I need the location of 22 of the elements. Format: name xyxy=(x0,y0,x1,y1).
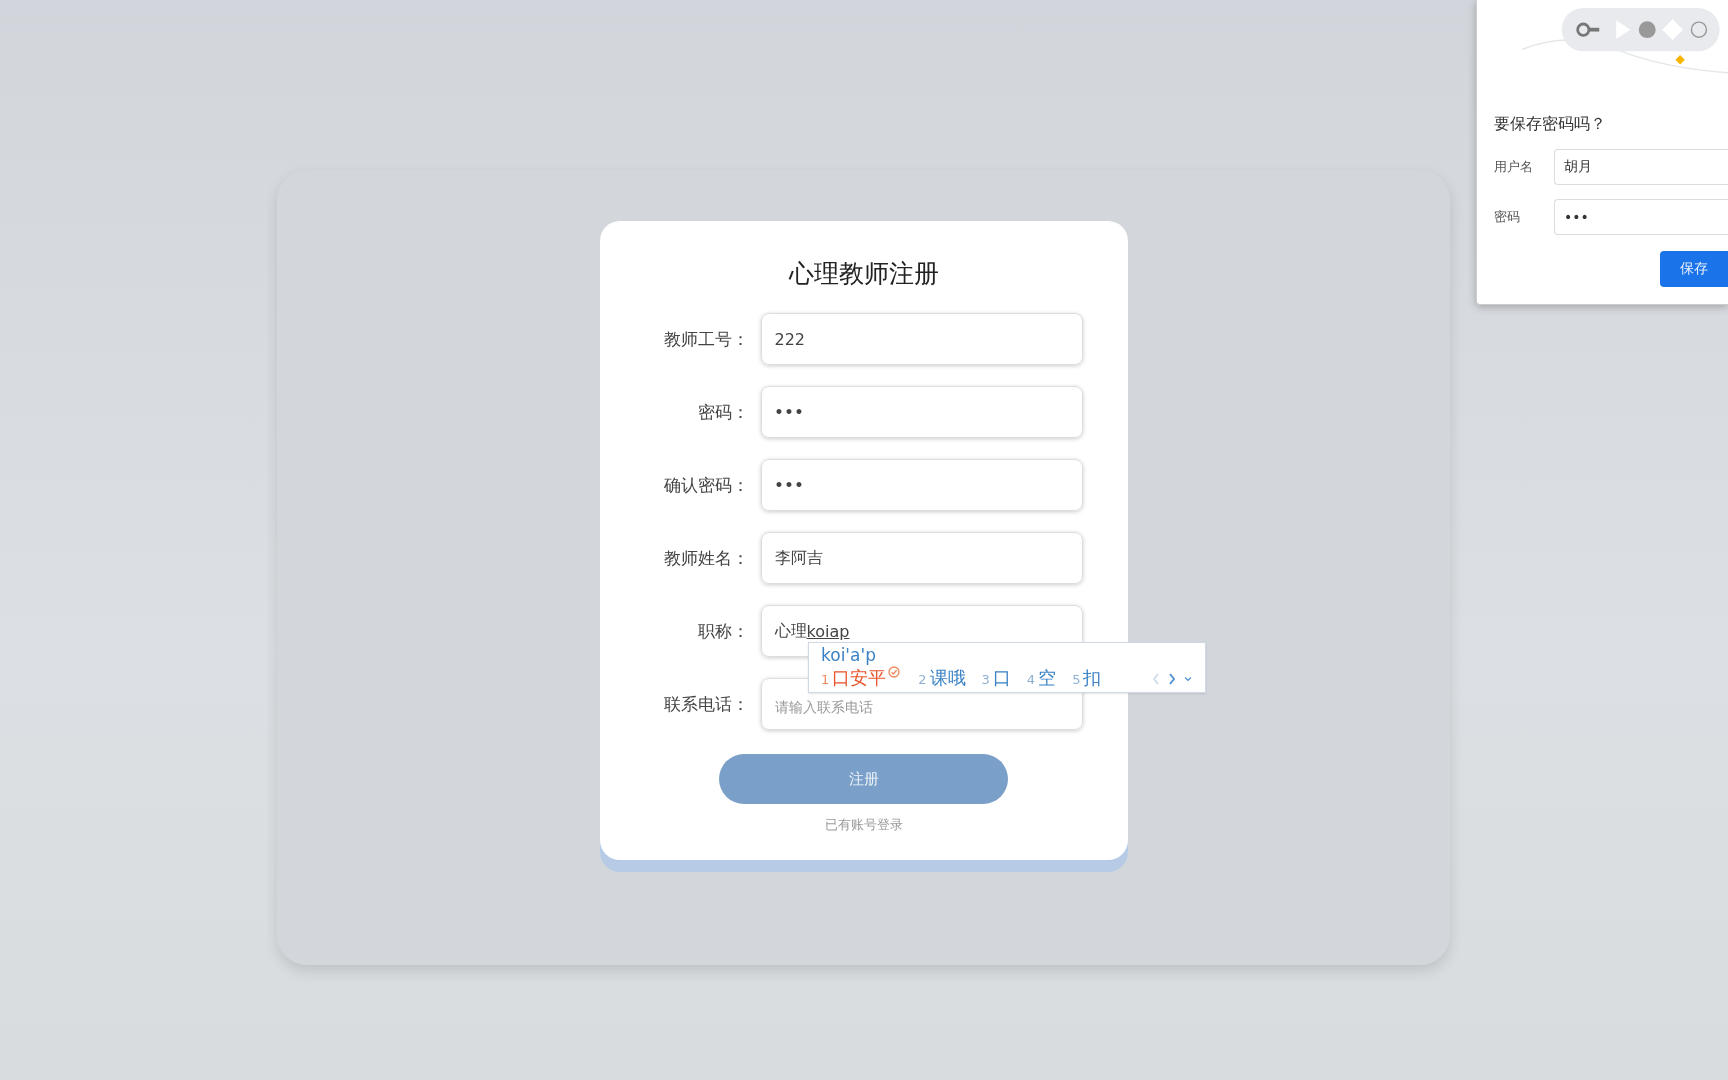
input-field[interactable]: ••• xyxy=(1554,199,1728,235)
input-field[interactable]: ••• xyxy=(760,459,1083,511)
prev-page-icon[interactable] xyxy=(1151,672,1161,686)
save-button[interactable]: 保存 xyxy=(1660,251,1728,287)
form-title: 心理教师注册 xyxy=(788,258,939,290)
popup-title: 要保存密码吗？ xyxy=(1494,114,1607,135)
input-field[interactable]: 222 xyxy=(760,313,1083,365)
input-field[interactable]: 李阿吉 xyxy=(760,532,1083,584)
field-label: 教师姓名： xyxy=(662,546,749,570)
input-field[interactable]: ••• xyxy=(760,386,1083,438)
check-circle-icon xyxy=(888,666,901,678)
field-label: 联系电话： xyxy=(662,692,749,716)
input-field[interactable]: 胡月 xyxy=(1554,149,1728,185)
field-label: 密码： xyxy=(696,400,749,424)
field-label: 确认密码： xyxy=(662,473,749,497)
next-page-icon[interactable] xyxy=(1167,672,1177,686)
field-label: 职称： xyxy=(696,619,749,643)
field-label: 密码 xyxy=(1494,208,1521,226)
field-label: 用户名 xyxy=(1494,158,1534,176)
register-button[interactable]: 注册 xyxy=(719,754,1008,804)
login-link[interactable]: 已有账号登录 xyxy=(824,816,903,834)
field-label: 教师工号： xyxy=(662,327,749,351)
